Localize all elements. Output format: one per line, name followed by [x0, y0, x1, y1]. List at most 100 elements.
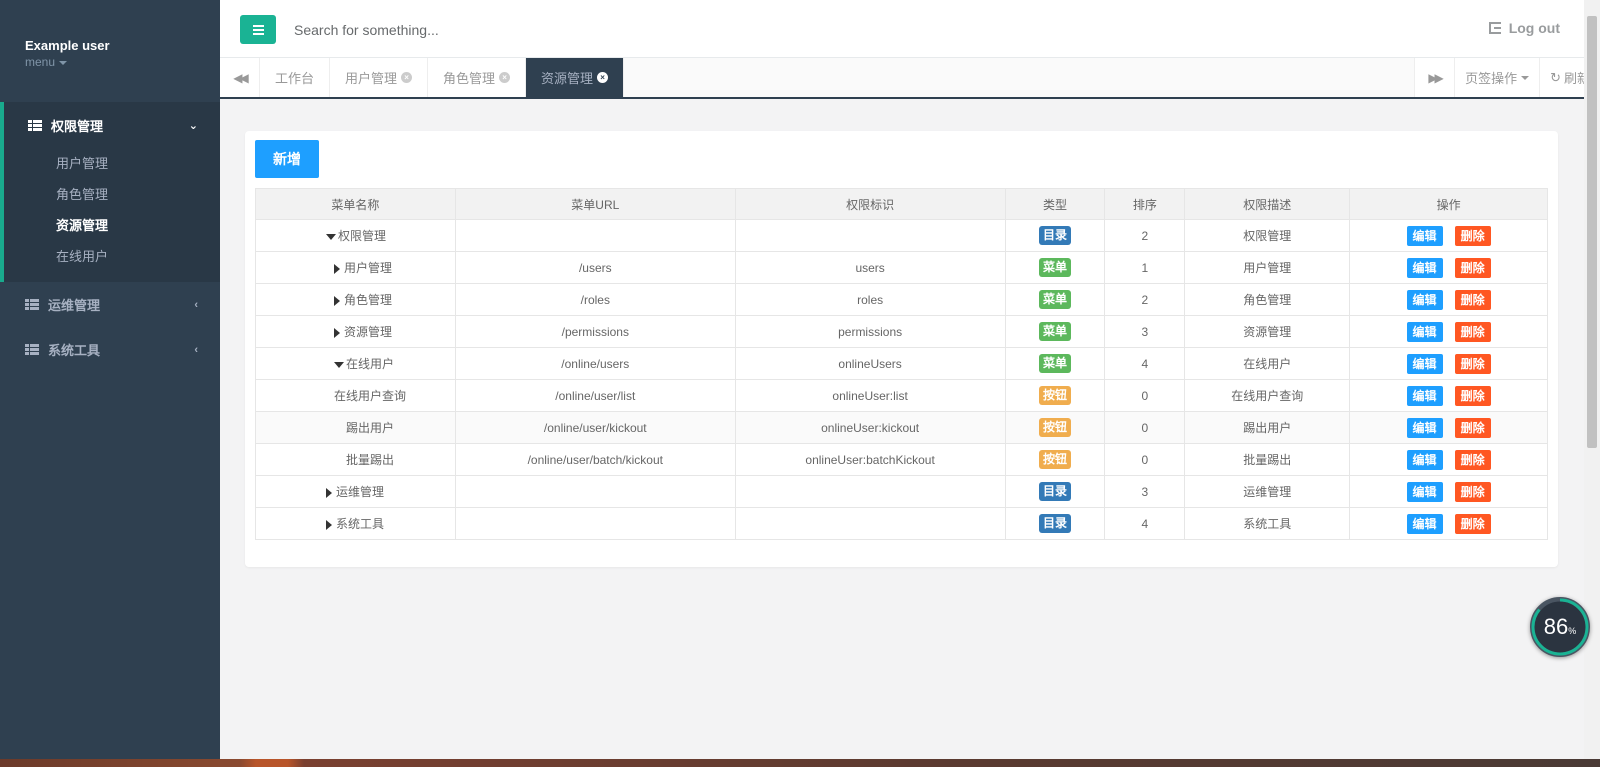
- delete-button[interactable]: 删除: [1454, 513, 1491, 534]
- delete-button[interactable]: 删除: [1454, 225, 1491, 246]
- column-header: 菜单名称: [255, 188, 456, 220]
- close-icon[interactable]: ×: [597, 72, 609, 83]
- tabs-scroll-right-button[interactable]: ▶▶: [1414, 58, 1454, 97]
- sidebar-item-resources[interactable]: 资源管理: [4, 210, 220, 241]
- cell-description: 角色管理: [1184, 283, 1351, 316]
- edit-button[interactable]: 编辑: [1406, 449, 1443, 470]
- cell-menu-url: [454, 219, 736, 252]
- sidebar-group-ops-header[interactable]: 运维管理 ‹: [0, 282, 220, 327]
- close-icon[interactable]: ×: [401, 72, 413, 83]
- cell-menu-name: 踢出用户: [255, 411, 456, 444]
- tab-users[interactable]: 用户管理 ×: [330, 58, 429, 97]
- caret-down-icon[interactable]: [334, 361, 344, 368]
- edit-button[interactable]: 编辑: [1406, 257, 1443, 278]
- add-button[interactable]: 新增: [255, 140, 319, 178]
- delete-button[interactable]: 删除: [1454, 257, 1491, 278]
- page-tabs-bar: ◀◀ 工作台 用户管理 × 角色管理 × 资源管理 × ▶▶ 页签操作 ↻ 刷新: [220, 58, 1600, 99]
- cell-type: 按钮: [1004, 411, 1106, 444]
- cell-menu-url: [454, 475, 736, 508]
- menu-name: 踢出用户: [346, 421, 395, 435]
- delete-button[interactable]: 删除: [1454, 481, 1491, 502]
- gauge-ring-icon: [1531, 598, 1589, 656]
- table-row[interactable]: 在线用户/online/users onlineUsers 菜单 4 在线用户 编辑 删除: [255, 347, 1548, 380]
- table-row[interactable]: 系统工具 目录 4 系统工具 编辑 删除: [255, 507, 1548, 540]
- edit-button[interactable]: 编辑: [1406, 225, 1443, 246]
- sidebar-item-roles[interactable]: 角色管理: [4, 179, 220, 210]
- tab-operations-dropdown[interactable]: 页签操作: [1454, 58, 1539, 97]
- cell-permission: onlineUsers: [734, 347, 1006, 380]
- cell-menu-url: /users: [454, 251, 736, 284]
- cell-actions: 编辑 删除: [1349, 379, 1548, 412]
- topbar: Log out: [220, 0, 1600, 58]
- tab-dashboard[interactable]: 工作台: [260, 58, 331, 97]
- edit-button[interactable]: 编辑: [1406, 321, 1443, 342]
- sidebar-item-users[interactable]: 用户管理: [4, 148, 220, 179]
- table-row[interactable]: 资源管理/permissions permissions 菜单 3 资源管理 编辑 删除: [255, 315, 1548, 348]
- caret-right-icon[interactable]: [334, 295, 340, 306]
- logout-button[interactable]: Log out: [1488, 20, 1560, 36]
- profile-menu-dropdown[interactable]: menu: [25, 55, 68, 69]
- performance-gauge[interactable]: 86%: [1530, 597, 1590, 657]
- column-header: 菜单URL: [454, 188, 736, 220]
- caret-right-icon[interactable]: [326, 487, 332, 498]
- cell-menu-url: /online/user/kickout: [454, 411, 736, 444]
- table-row[interactable]: 权限管理 目录 2 权限管理 编辑 删除: [255, 219, 1548, 252]
- delete-button[interactable]: 删除: [1454, 449, 1491, 470]
- delete-button[interactable]: 删除: [1454, 289, 1491, 310]
- edit-button[interactable]: 编辑: [1406, 417, 1443, 438]
- delete-button[interactable]: 删除: [1454, 385, 1491, 406]
- cell-sort: 2: [1104, 283, 1186, 316]
- table-row[interactable]: 用户管理/users users 菜单 1 用户管理 编辑 删除: [255, 251, 1548, 284]
- delete-button[interactable]: 删除: [1454, 353, 1491, 374]
- tab-resources[interactable]: 资源管理 ×: [526, 58, 625, 97]
- caret-down-icon[interactable]: [326, 233, 336, 240]
- cell-actions: 编辑 删除: [1349, 507, 1548, 540]
- list-icon: [25, 299, 39, 310]
- sidebar-toggle-button[interactable]: [240, 15, 276, 44]
- cell-type: 目录: [1004, 507, 1106, 540]
- sidebar-group-label: 权限管理: [51, 118, 104, 134]
- cell-sort: 4: [1104, 507, 1186, 540]
- profile-menu-label: menu: [25, 55, 56, 69]
- column-header: 权限描述: [1184, 188, 1351, 220]
- edit-button[interactable]: 编辑: [1406, 385, 1443, 406]
- cell-type: 按钮: [1004, 443, 1106, 476]
- sidebar-group-permissions: 权限管理 ⌄ 用户管理 角色管理 资源管理 在线用户: [0, 102, 220, 282]
- cell-menu-name: 资源管理: [255, 315, 456, 348]
- sidebar-item-online-users[interactable]: 在线用户: [4, 241, 220, 272]
- edit-button[interactable]: 编辑: [1406, 353, 1443, 374]
- delete-button[interactable]: 删除: [1454, 417, 1491, 438]
- type-badge: 菜单: [1038, 322, 1071, 341]
- cell-menu-name: 在线用户查询: [255, 379, 456, 412]
- table-row[interactable]: 批量踢出/online/user/batch/kickout onlineUser…: [255, 443, 1548, 476]
- column-header: 类型: [1004, 188, 1106, 220]
- refresh-icon: ↻: [1550, 69, 1561, 85]
- table-row[interactable]: 运维管理 目录 3 运维管理 编辑 删除: [255, 475, 1548, 508]
- sidebar-group-tools-header[interactable]: 系统工具 ‹: [0, 327, 220, 372]
- table-row[interactable]: 在线用户查询/online/user/list onlineUser:list 按钮…: [255, 379, 1548, 412]
- table-row[interactable]: 踢出用户/online/user/kickout onlineUser:kicko…: [255, 411, 1548, 444]
- delete-button[interactable]: 删除: [1454, 321, 1491, 342]
- search-input[interactable]: [294, 16, 694, 44]
- menu-name: 用户管理: [344, 261, 393, 275]
- cell-menu-url: [454, 507, 736, 540]
- caret-right-icon[interactable]: [326, 519, 332, 530]
- caret-right-icon[interactable]: [334, 327, 340, 338]
- menu-name: 批量踢出: [346, 453, 395, 467]
- type-badge: 目录: [1038, 482, 1071, 501]
- edit-button[interactable]: 编辑: [1406, 513, 1443, 534]
- tabs-scroll-left-button[interactable]: ◀◀: [220, 58, 260, 97]
- edit-button[interactable]: 编辑: [1406, 289, 1443, 310]
- scrollbar-thumb[interactable]: [1587, 16, 1597, 448]
- type-badge: 菜单: [1038, 258, 1071, 277]
- tab-roles[interactable]: 角色管理 ×: [428, 58, 527, 97]
- close-icon[interactable]: ×: [499, 72, 511, 83]
- cell-permission: permissions: [734, 315, 1006, 348]
- table-row[interactable]: 角色管理/roles roles 菜单 2 角色管理 编辑 删除: [255, 283, 1548, 316]
- list-icon: [25, 344, 39, 355]
- sidebar-group-permissions-header[interactable]: 权限管理 ⌄: [4, 102, 220, 148]
- edit-button[interactable]: 编辑: [1406, 481, 1443, 502]
- caret-right-icon[interactable]: [334, 263, 340, 274]
- resource-tree-table: 菜单名称 菜单URL 权限标识 类型 排序 权限描述 操作 权限管理 目录 2 权限管…: [255, 188, 1548, 540]
- cell-menu-url: /roles: [454, 283, 736, 316]
